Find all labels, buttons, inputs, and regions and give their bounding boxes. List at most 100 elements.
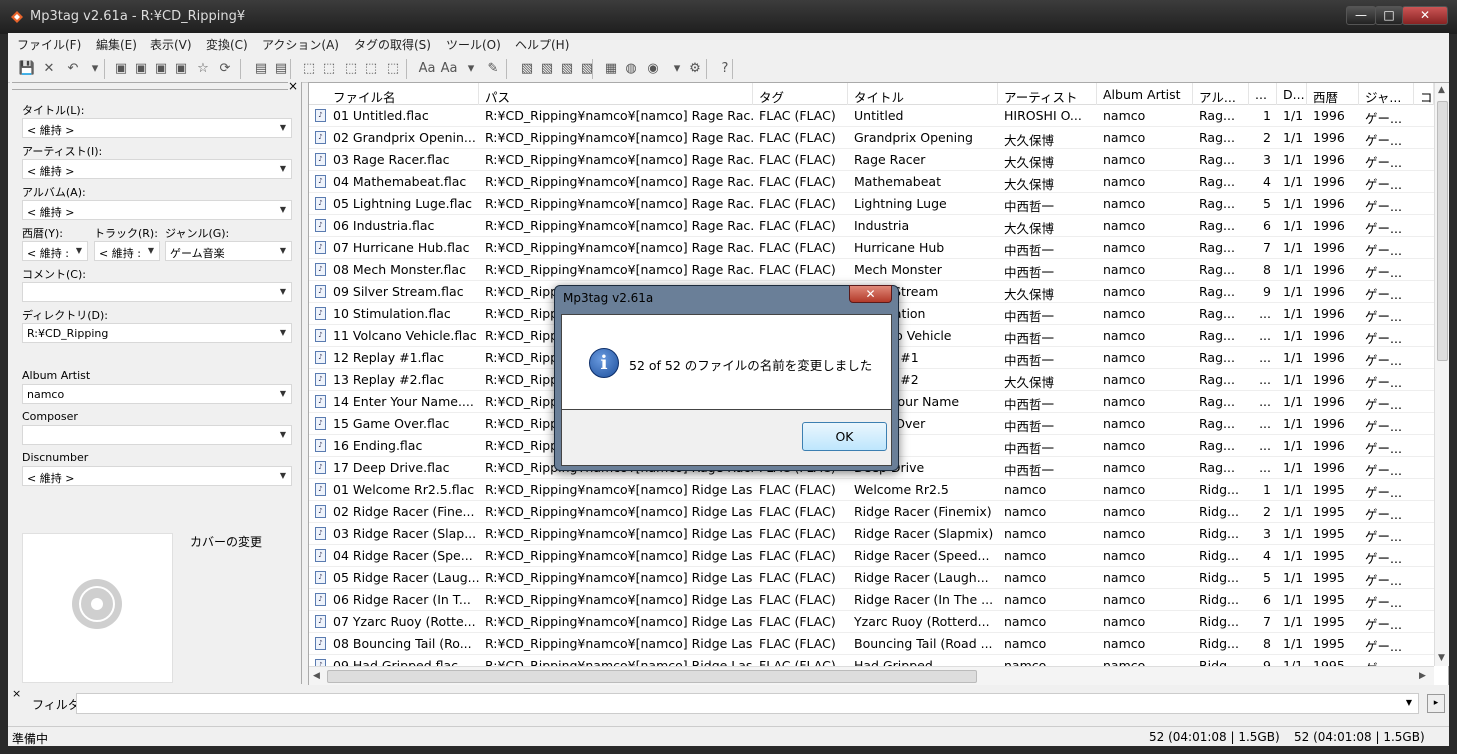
toolbar-button-27[interactable]: ◉	[644, 60, 662, 78]
menu-tag-sources[interactable]: タグの取得(S)	[354, 36, 431, 53]
toolbar-button-21[interactable]: ▧	[518, 60, 536, 78]
table-row[interactable]: ♪ 03 Rage Racer.flac R:¥CD_Ripping¥namco¥[…	[309, 149, 1434, 171]
menu-view[interactable]: 表示(V)	[150, 36, 192, 53]
chevron-down-icon[interactable]: ▼	[280, 246, 286, 255]
panel-grip[interactable]	[12, 82, 288, 90]
column-header-11[interactable]: コ	[1414, 83, 1434, 105]
toolbar-button-2[interactable]: ↶	[64, 60, 82, 78]
close-panel-icon[interactable]: ×	[288, 79, 298, 93]
toolbar-button-26[interactable]: ◍	[622, 60, 640, 78]
toolbar-button-24[interactable]: ▧	[578, 60, 596, 78]
scroll-left-icon[interactable]: ◀	[313, 671, 320, 681]
year-field[interactable]: < 維持 : ▼	[22, 241, 88, 261]
track-field[interactable]: < 維持 : ▼	[94, 241, 160, 261]
menu-help[interactable]: ヘルプ(H)	[515, 36, 569, 53]
table-row[interactable]: ♪ 01 Untitled.flac R:¥CD_Ripping¥namco¥[na…	[309, 105, 1434, 127]
scroll-right-icon[interactable]: ▶	[1419, 671, 1426, 681]
table-row[interactable]: ♪ 06 Ridge Racer (In T... R:¥CD_Ripping¥na…	[309, 589, 1434, 611]
toolbar-button-20[interactable]: ✎	[484, 60, 502, 78]
composer-field[interactable]: ▼	[22, 425, 292, 445]
vertical-scroll-thumb[interactable]	[1437, 101, 1448, 361]
toolbar-button-25[interactable]: ▦	[602, 60, 620, 78]
toolbar-button-16[interactable]: ⬚	[384, 60, 402, 78]
table-row[interactable]: ♪ 07 Hurricane Hub.flac R:¥CD_Ripping¥namc…	[309, 237, 1434, 259]
chevron-down-icon[interactable]: ▼	[280, 328, 286, 337]
table-row[interactable]: ♪ 04 Mathemabeat.flac R:¥CD_Ripping¥namco¥…	[309, 171, 1434, 193]
table-row[interactable]: ♪ 04 Ridge Racer (Spe... R:¥CD_Ripping¥nam…	[309, 545, 1434, 567]
table-row[interactable]: ♪ 02 Grandprix Openin... R:¥CD_Ripping¥nam…	[309, 127, 1434, 149]
table-row[interactable]: ♪ 05 Lightning Luge.flac R:¥CD_Ripping¥nam…	[309, 193, 1434, 215]
column-header-4[interactable]: アーティスト	[998, 83, 1097, 105]
column-header-8[interactable]: D...	[1277, 83, 1307, 105]
column-header-10[interactable]: ジャ...	[1359, 83, 1414, 105]
chevron-down-icon[interactable]: ▼	[280, 430, 286, 439]
album-field[interactable]: < 維持 > ▼	[22, 200, 292, 220]
table-row[interactable]: ♪ 05 Ridge Racer (Laug... R:¥CD_Ripping¥na…	[309, 567, 1434, 589]
toolbar-button-3[interactable]: ▾	[86, 60, 104, 78]
genre-field[interactable]: ゲーム音楽 ▼	[165, 241, 292, 261]
chevron-down-icon[interactable]: ▼	[280, 287, 286, 296]
toolbar-button-8[interactable]: ☆	[194, 60, 212, 78]
toolbar-button-10[interactable]: ▤	[252, 60, 270, 78]
toolbar-button-1[interactable]: ✕	[40, 60, 58, 78]
filter-go-button[interactable]: ▸	[1427, 694, 1445, 713]
dialog-close-button[interactable]: ✕	[849, 285, 892, 303]
table-row[interactable]: ♪ 09 Had Gripped.flac R:¥CD_Ripping¥namco¥…	[309, 655, 1434, 666]
menu-tools[interactable]: ツール(O)	[446, 36, 501, 53]
title-bar[interactable]: Mp3tag v2.61a - R:¥CD_Ripping¥ — □ ✕	[0, 0, 1457, 34]
menu-convert[interactable]: 変換(C)	[206, 36, 248, 53]
column-header-9[interactable]: 西暦	[1307, 83, 1359, 105]
horizontal-scroll-thumb[interactable]	[327, 670, 977, 683]
chevron-down-icon[interactable]: ▼	[280, 164, 286, 173]
close-window-button[interactable]: ✕	[1402, 6, 1448, 25]
cover-change-label[interactable]: カバーの変更	[190, 533, 262, 550]
column-header-3[interactable]: タイトル	[848, 83, 998, 105]
table-row[interactable]: ♪ 08 Mech Monster.flac R:¥CD_Ripping¥namco…	[309, 259, 1434, 281]
toolbar-button-19[interactable]: ▾	[462, 60, 480, 78]
chevron-down-icon[interactable]: ▼	[280, 389, 286, 398]
close-filter-icon[interactable]: ×	[12, 687, 21, 700]
ok-button[interactable]: OK	[802, 422, 887, 451]
comment-field[interactable]: ▼	[22, 282, 292, 302]
toolbar-button-5[interactable]: ▣	[132, 60, 150, 78]
toolbar-button-12[interactable]: ⬚	[300, 60, 318, 78]
cover-art[interactable]	[22, 533, 173, 683]
toolbar-button-17[interactable]: Aa	[418, 60, 436, 78]
chevron-down-icon[interactable]: ▼	[148, 246, 154, 255]
discnumber-field[interactable]: < 維持 > ▼	[22, 466, 292, 486]
title-field[interactable]: < 維持 > ▼	[22, 118, 292, 138]
column-header-0[interactable]: ファイル名	[327, 83, 479, 105]
table-row[interactable]: ♪ 01 Welcome Rr2.5.flac R:¥CD_Ripping¥namc…	[309, 479, 1434, 501]
toolbar-button-4[interactable]: ▣	[112, 60, 130, 78]
horizontal-scrollbar[interactable]: ◀ ▶	[309, 666, 1434, 686]
table-row[interactable]: ♪ 03 Ridge Racer (Slap... R:¥CD_Ripping¥na…	[309, 523, 1434, 545]
column-header-2[interactable]: タグ	[753, 83, 848, 105]
menu-edit[interactable]: 編集(E)	[96, 36, 137, 53]
toolbar-button-14[interactable]: ⬚	[342, 60, 360, 78]
scroll-up-icon[interactable]: ▲	[1438, 85, 1445, 95]
artist-field[interactable]: < 維持 > ▼	[22, 159, 292, 179]
chevron-down-icon[interactable]: ▼	[1406, 698, 1412, 707]
column-header-7[interactable]: ...	[1249, 83, 1277, 105]
table-row[interactable]: ♪ 07 Yzarc Ruoy (Rotte... R:¥CD_Ripping¥na…	[309, 611, 1434, 633]
toolbar-button-29[interactable]: ⚙	[686, 60, 704, 78]
chevron-down-icon[interactable]: ▼	[280, 205, 286, 214]
maximize-button[interactable]: □	[1375, 6, 1403, 25]
menu-file[interactable]: ファイル(F)	[17, 36, 81, 53]
scroll-down-icon[interactable]: ▼	[1438, 653, 1445, 663]
menu-action[interactable]: アクション(A)	[262, 36, 339, 53]
chevron-down-icon[interactable]: ▼	[280, 471, 286, 480]
toolbar-button-9[interactable]: ⟳	[216, 60, 234, 78]
table-row[interactable]: ♪ 02 Ridge Racer (Fine... R:¥CD_Ripping¥na…	[309, 501, 1434, 523]
toolbar-button-11[interactable]: ▤	[272, 60, 290, 78]
directory-field[interactable]: R:¥CD_Ripping ▼	[22, 323, 292, 343]
toolbar-button-0[interactable]: 💾	[18, 60, 36, 78]
toolbar-button-28[interactable]: ▾	[668, 60, 686, 78]
table-row[interactable]: ♪ 08 Bouncing Tail (Ro... R:¥CD_Ripping¥na…	[309, 633, 1434, 655]
toolbar-button-7[interactable]: ▣	[172, 60, 190, 78]
toolbar-button-18[interactable]: Aa	[440, 60, 458, 78]
toolbar-button-22[interactable]: ▧	[538, 60, 556, 78]
filter-input[interactable]: ▼	[76, 693, 1419, 714]
toolbar-button-13[interactable]: ⬚	[320, 60, 338, 78]
column-header-1[interactable]: パス	[479, 83, 753, 105]
